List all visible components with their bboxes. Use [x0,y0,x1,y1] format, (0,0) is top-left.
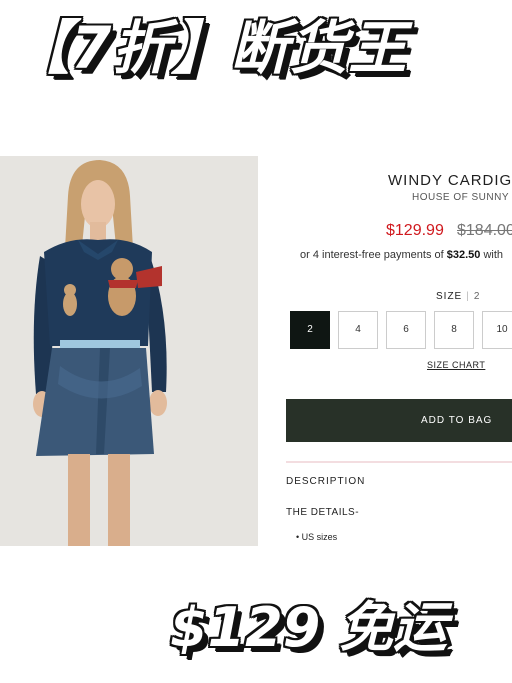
size-chart-link[interactable]: SIZE CHART [427,360,485,370]
details-heading: THE DETAILS- [286,507,360,518]
details-item: • US sizes [296,532,338,542]
installments-note: or 4 interest-free payments of $32.50 wi… [300,249,503,261]
product-photo [0,156,258,546]
installments-suffix: with [480,249,504,261]
installments-prefix: or 4 interest-free payments of [300,249,447,261]
size-selected-value: 2 [473,291,481,302]
size-option-8[interactable]: 8 [434,311,474,349]
size-option-4[interactable]: 4 [338,311,378,349]
description-heading[interactable]: DESCRIPTION [286,476,365,487]
size-option-6[interactable]: 6 [386,311,426,349]
promo-banner-price: $129 免运 [170,596,448,659]
size-option-10[interactable]: 10 [482,311,512,349]
installments-amount: $32.50 [446,249,481,261]
details-item-text: US sizes [301,532,338,542]
product-details-panel: WINDY CARDIGAN HOUSE OF SUNNY $129.99 $1… [258,156,512,556]
sale-price: $129.99 [386,222,444,239]
size-option-2[interactable]: 2 [290,311,330,349]
model-illustration [0,156,258,546]
product-title: WINDY CARDIGAN [388,172,512,189]
section-divider [286,461,512,463]
original-price: $184.00 [457,222,512,239]
product-brand[interactable]: HOUSE OF SUNNY [412,192,509,203]
promo-banner-title: 【7折】断货王 [12,14,408,82]
size-label-separator: | [466,291,470,302]
size-selector-label: SIZE | 2 [436,291,480,302]
size-label-text: SIZE [436,291,463,302]
add-to-bag-button[interactable]: ADD TO BAG [286,399,512,442]
